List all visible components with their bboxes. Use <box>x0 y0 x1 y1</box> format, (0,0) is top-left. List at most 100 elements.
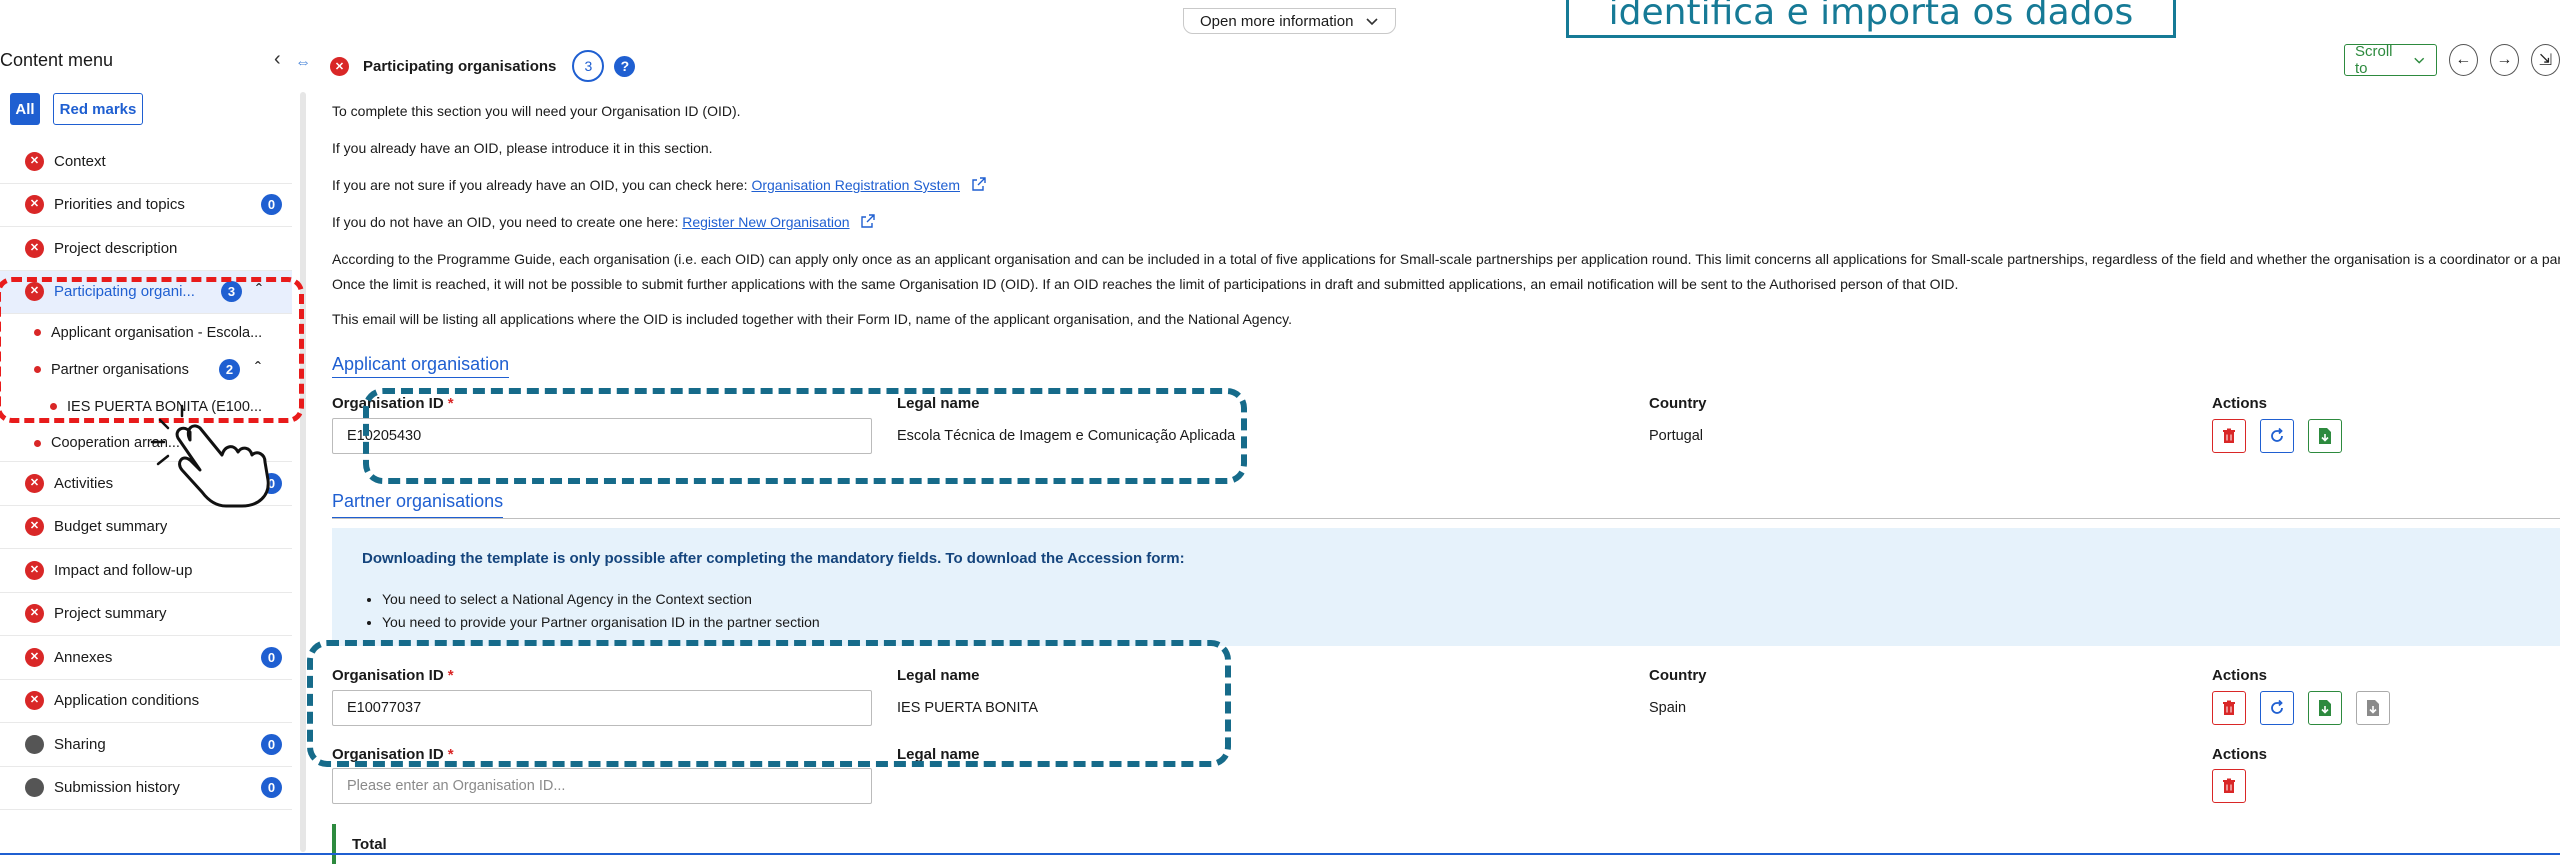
create-oid-prefix: If you do not have an OID, you need to c… <box>332 214 683 230</box>
error-icon <box>25 647 44 667</box>
menu-item-annexes[interactable]: Annexes 0 <box>0 636 292 680</box>
expand-button[interactable]: ⇲ <box>2530 44 2560 76</box>
trash-icon <box>2223 778 2235 793</box>
resize-handle-icon[interactable]: ⇔ <box>295 54 311 72</box>
error-icon <box>25 195 44 215</box>
delete-button[interactable] <box>2212 419 2246 453</box>
refresh-icon <box>2271 699 2283 714</box>
refresh-button[interactable] <box>2260 691 2294 725</box>
menu-item-label: Context <box>54 152 106 170</box>
chevron-down-icon <box>1366 18 1378 26</box>
menu-item-priorities[interactable]: Priorities and topics 0 <box>0 184 292 227</box>
document-disabled-icon <box>2367 700 2379 716</box>
download-document-button[interactable] <box>2308 691 2342 725</box>
download-document-button[interactable] <box>2308 419 2342 453</box>
menu-item-context[interactable]: Context <box>0 140 292 184</box>
more-info-label: Open more information <box>1200 12 1354 30</box>
list-item: You need to select a National Agency in … <box>382 588 820 611</box>
section-toolbar: Scroll to ← → ⇲ <box>2344 43 2560 77</box>
applicant-organisation-title: Applicant organisation <box>332 354 510 378</box>
refresh-button[interactable] <box>2260 419 2294 453</box>
section-title: Participating organisations <box>363 57 557 75</box>
intro-text-1: To complete this section you will need y… <box>332 103 741 119</box>
error-icon <box>25 517 44 537</box>
menu-item-label: Impact and follow-up <box>54 561 193 579</box>
section-count-badge: 3 <box>572 50 605 82</box>
error-icon <box>25 604 44 624</box>
column-header-country: Country <box>1649 395 1707 412</box>
annotation-callout: identifica e importa os dados <box>1566 0 2176 38</box>
partner-country: Spain <box>1649 700 1687 716</box>
error-icon <box>25 473 44 493</box>
open-more-information-button[interactable]: Open more information <box>1183 8 1397 34</box>
arrow-left-icon: ← <box>2455 51 2472 68</box>
menu-item-impact[interactable]: Impact and follow-up <box>0 549 292 593</box>
menu-item-label: Project summary <box>54 605 167 623</box>
check-oid-prefix: If you are not sure if you already have … <box>332 177 752 193</box>
applicant-country: Portugal <box>1649 428 1704 444</box>
total-label: Total <box>352 836 387 853</box>
menu-item-sharing[interactable]: Sharing 0 <box>0 723 292 767</box>
delete-button[interactable] <box>2212 769 2246 803</box>
column-header-actions: Actions <box>2212 667 2268 684</box>
menu-item-budget-summary[interactable]: Budget summary <box>0 506 292 549</box>
chevron-down-icon <box>2414 57 2425 64</box>
count-badge: 0 <box>261 777 282 799</box>
menu-item-submission-history[interactable]: Submission history 0 <box>0 767 292 810</box>
list-item: You need to provide your Partner organis… <box>382 611 820 634</box>
menu-item-label: Submission history <box>54 779 180 797</box>
section-header: Participating organisations 3 ? <box>330 50 636 82</box>
highlight-partner-box <box>307 640 1231 767</box>
column-header-actions: Actions <box>2212 395 2268 412</box>
intro-text-2: If you already have an OID, please intro… <box>332 140 713 156</box>
error-icon <box>25 691 44 711</box>
menu-item-project-summary[interactable]: Project summary <box>0 593 292 636</box>
total-section: Total <box>332 824 2560 864</box>
callout-text: identifica e importa os dados <box>1608 0 2134 33</box>
collapse-sidebar-icon[interactable]: ‹ <box>274 48 281 71</box>
arrow-right-icon: → <box>2496 51 2513 68</box>
menu-item-label: Priorities and topics <box>54 196 185 214</box>
status-circle-icon <box>25 778 44 798</box>
download-template-info-band: Downloading the template is only possibl… <box>332 528 2560 646</box>
error-icon <box>25 151 44 171</box>
highlight-applicant-box <box>363 388 1247 484</box>
document-download-icon <box>2319 428 2331 444</box>
menu-item-application-conditions[interactable]: Application conditions <box>0 680 292 723</box>
sidebar-scrollbar[interactable] <box>300 92 306 852</box>
count-badge: 0 <box>261 646 282 668</box>
help-icon[interactable]: ? <box>614 55 636 77</box>
filter-red-marks-button[interactable]: Red marks <box>53 93 143 125</box>
next-section-button[interactable]: → <box>2489 44 2519 76</box>
menu-item-label: Project description <box>54 239 178 257</box>
external-link-icon <box>972 177 986 191</box>
error-icon <box>25 560 44 580</box>
info-band-title: Downloading the template is only possibl… <box>362 550 1185 567</box>
external-link-icon <box>861 214 876 228</box>
error-icon <box>25 238 44 258</box>
register-new-organisation-link[interactable]: Register New Organisation <box>682 214 849 230</box>
accession-form-button[interactable] <box>2356 691 2390 725</box>
organisation-registration-link[interactable]: Organisation Registration System <box>751 177 960 193</box>
filter-all-button[interactable]: All <box>10 93 40 125</box>
scroll-to-dropdown[interactable]: Scroll to <box>2344 43 2437 77</box>
menu-item-label: Budget summary <box>54 518 168 536</box>
pointing-hand-icon <box>150 404 270 508</box>
info-band-list: You need to select a National Agency in … <box>360 588 820 634</box>
delete-button[interactable] <box>2212 691 2246 725</box>
email-info-text: This email will be listing all applicati… <box>332 311 1293 327</box>
count-badge: 0 <box>261 194 282 216</box>
count-badge: 0 <box>261 733 282 755</box>
new-partner-oid-input[interactable]: Please enter an Organisation ID... <box>332 768 872 804</box>
menu-item-project-description[interactable]: Project description <box>0 227 292 271</box>
create-oid-text: If you do not have an OID, you need to c… <box>332 211 876 233</box>
status-dot <box>34 439 41 447</box>
menu-item-label: Application conditions <box>54 692 200 710</box>
trash-icon <box>2223 428 2235 443</box>
previous-section-button[interactable]: ← <box>2448 44 2478 76</box>
partner-organisations-title-label: Partner organisations <box>332 491 504 518</box>
menu-item-label: Sharing <box>54 735 106 753</box>
partner-organisations-title: Partner organisations <box>332 491 2560 519</box>
scroll-to-label: Scroll to <box>2355 43 2393 77</box>
status-circle-icon <box>25 734 44 754</box>
